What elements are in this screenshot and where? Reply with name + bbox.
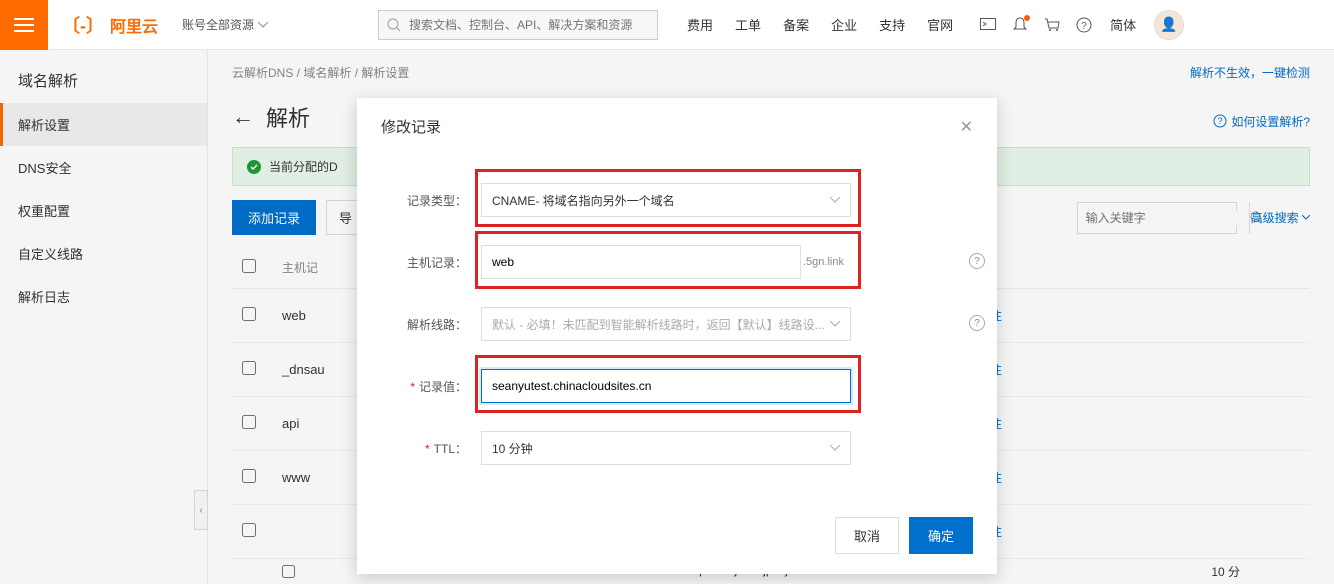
cart-icon[interactable]	[1036, 9, 1068, 41]
svg-text:?: ?	[1081, 21, 1087, 32]
lang-switch[interactable]: 简体	[1110, 15, 1136, 34]
nav-support[interactable]: 支持	[879, 15, 905, 34]
ttl-select[interactable]: 10 分钟	[481, 431, 851, 465]
modal-title: 修改记录	[381, 116, 441, 137]
edit-record-modal: 修改记录 ✕ 记录类型： CNAME- 将域名指向另外一个域名 主机记录： .5…	[357, 98, 997, 574]
global-search[interactable]	[378, 10, 658, 40]
help-icon[interactable]: ?	[969, 253, 985, 269]
record-value-label: 记录值：	[381, 378, 481, 395]
avatar[interactable]: 👤	[1154, 10, 1184, 40]
help-icon[interactable]: ?	[1068, 9, 1100, 41]
search-input[interactable]	[409, 18, 657, 32]
chevron-down-icon	[258, 22, 268, 28]
record-type-select[interactable]: CNAME- 将域名指向另外一个域名	[481, 183, 851, 217]
record-type-label: 记录类型：	[381, 192, 481, 209]
host-record-label: 主机记录：	[381, 254, 481, 271]
chevron-down-icon	[830, 445, 840, 451]
ok-button[interactable]: 确定	[909, 517, 973, 554]
notification-icon[interactable]	[1004, 9, 1036, 41]
search-icon	[387, 18, 401, 32]
brand-text: 阿里云	[110, 13, 158, 37]
help-icon[interactable]: ?	[969, 315, 985, 331]
line-select[interactable]: 默认 - 必填！未匹配到智能解析线路时，返回【默认】线路设...	[481, 307, 851, 341]
chevron-down-icon	[830, 321, 840, 327]
aliyun-icon: 〔-〕	[62, 12, 104, 38]
close-icon[interactable]: ✕	[960, 117, 973, 137]
host-record-input[interactable]	[481, 245, 801, 279]
ttl-label: TTL：	[381, 440, 481, 457]
nav-icp[interactable]: 备案	[783, 15, 809, 34]
brand-logo[interactable]: 〔-〕 阿里云	[48, 12, 172, 38]
host-suffix: .5gn.link	[803, 245, 844, 279]
hamburger-menu[interactable]	[0, 0, 48, 50]
scope-selector[interactable]: 账号全部资源	[182, 16, 268, 33]
cancel-button[interactable]: 取消	[835, 517, 899, 554]
record-value-input[interactable]	[481, 369, 851, 403]
nav-enterprise[interactable]: 企业	[831, 15, 857, 34]
line-label: 解析线路：	[381, 316, 481, 333]
chevron-down-icon	[830, 197, 840, 203]
nav-ticket[interactable]: 工单	[735, 15, 761, 34]
terminal-icon[interactable]	[972, 9, 1004, 41]
nav-fee[interactable]: 费用	[687, 15, 713, 34]
nav-official[interactable]: 官网	[927, 15, 953, 34]
